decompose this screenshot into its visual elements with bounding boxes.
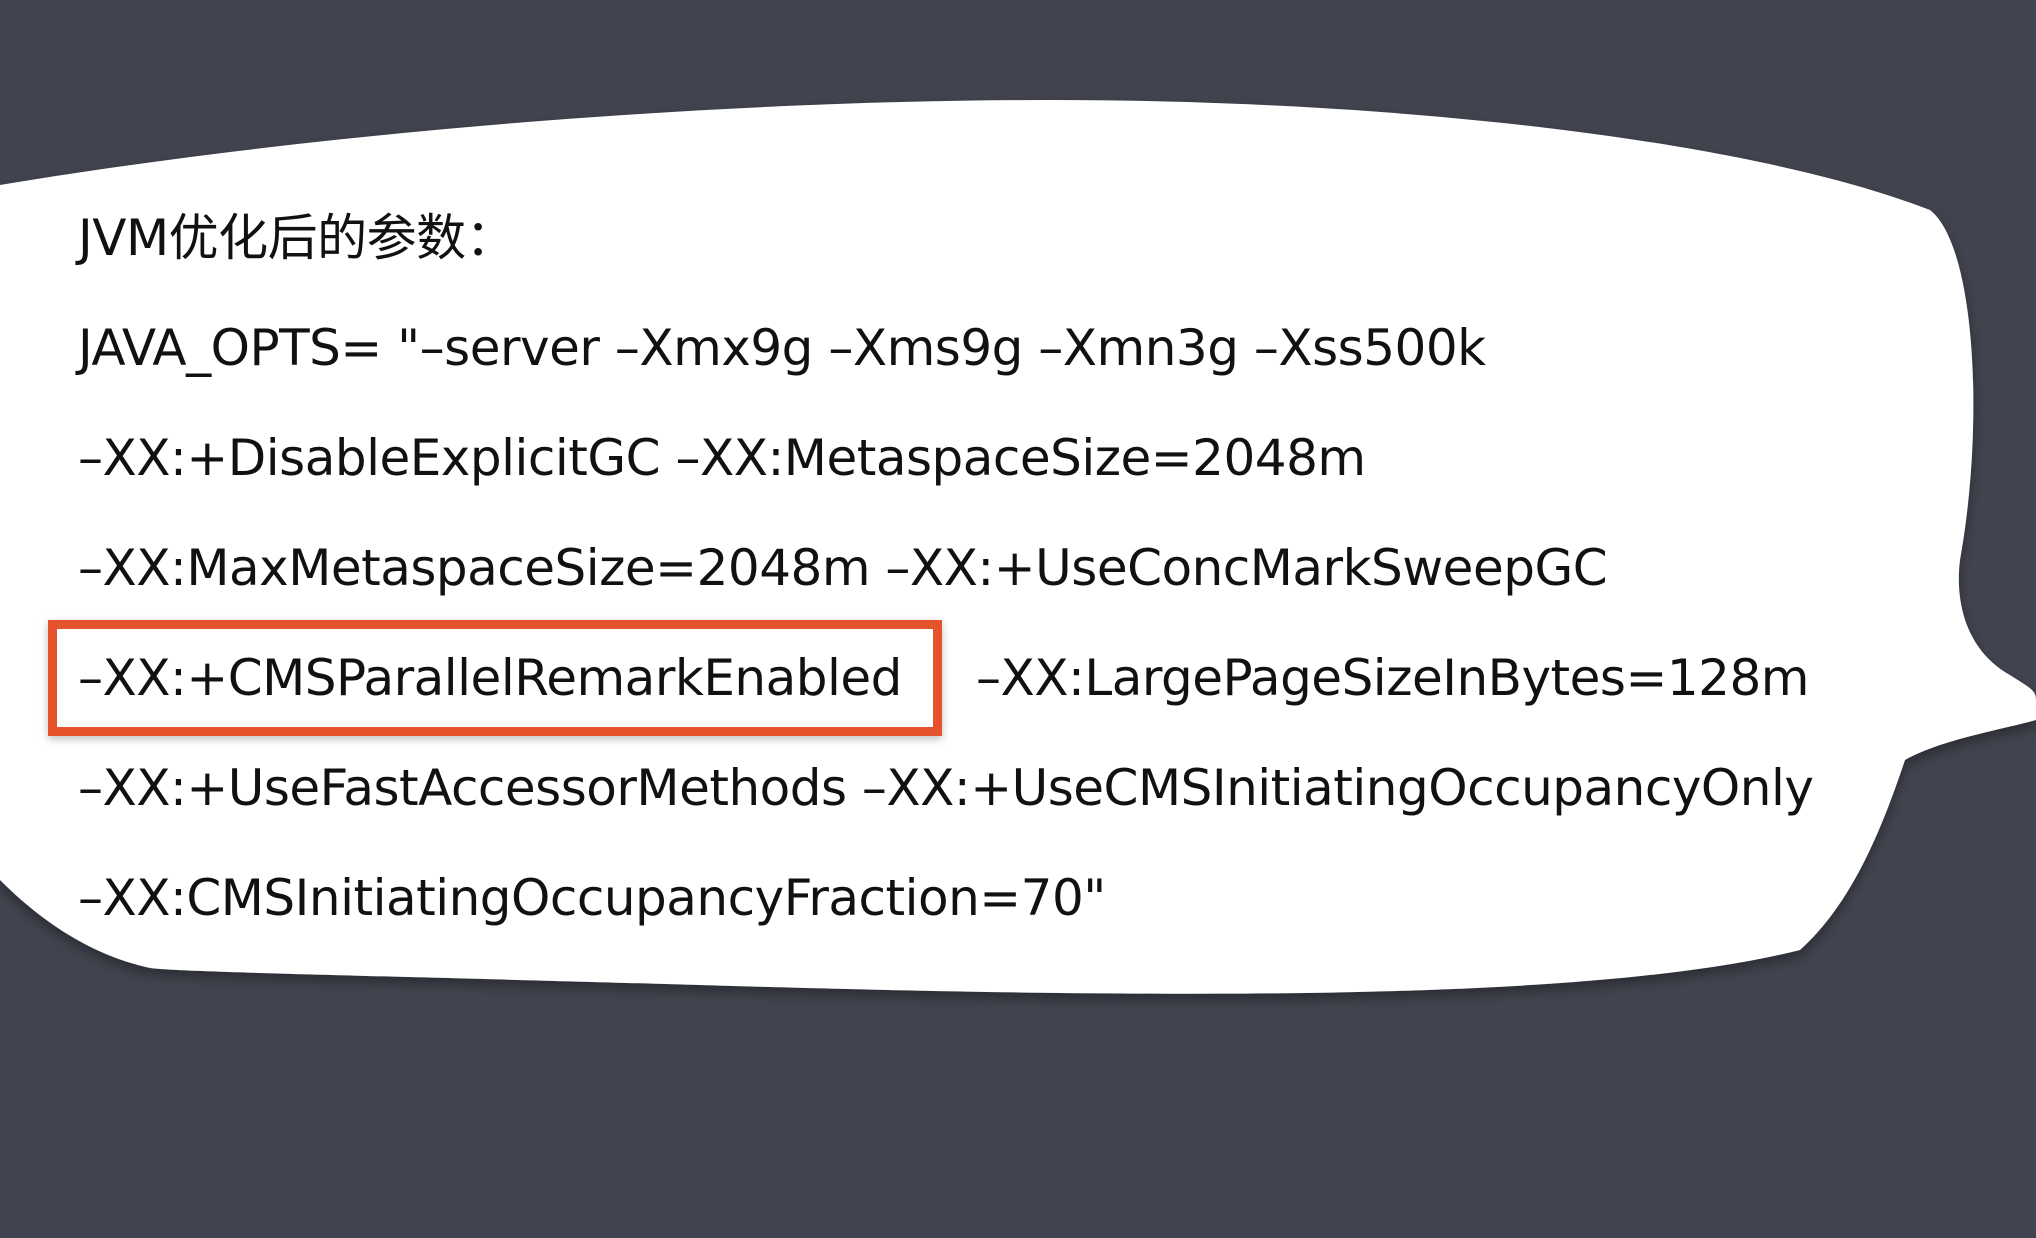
slide-background: JVM优化后的参数： JAVA_OPTS= "–server –Xmx9g –X… (0, 0, 2036, 1238)
java-opts-line-5: –XX:+UseFastAccessorMethods –XX:+UseCMSI… (78, 759, 1814, 817)
large-page-flag: –XX:LargePageSizeInBytes=128m (976, 649, 1810, 707)
java-opts-line-3: –XX:MaxMetaspaceSize=2048m –XX:+UseConcM… (78, 539, 1608, 597)
java-opts-line-6: –XX:CMSInitiatingOccupancyFraction=70" (78, 869, 1106, 927)
java-opts-line-1: JAVA_OPTS= "–server –Xmx9g –Xms9g –Xmn3g… (78, 319, 1486, 377)
heading: JVM优化后的参数： (78, 209, 516, 267)
parameters-text: JVM优化后的参数： JAVA_OPTS= "–server –Xmx9g –X… (0, 0, 2036, 1238)
highlighted-flag: –XX:+CMSParallelRemarkEnabled (78, 649, 902, 707)
java-opts-line-2: –XX:+DisableExplicitGC –XX:MetaspaceSize… (78, 429, 1366, 487)
